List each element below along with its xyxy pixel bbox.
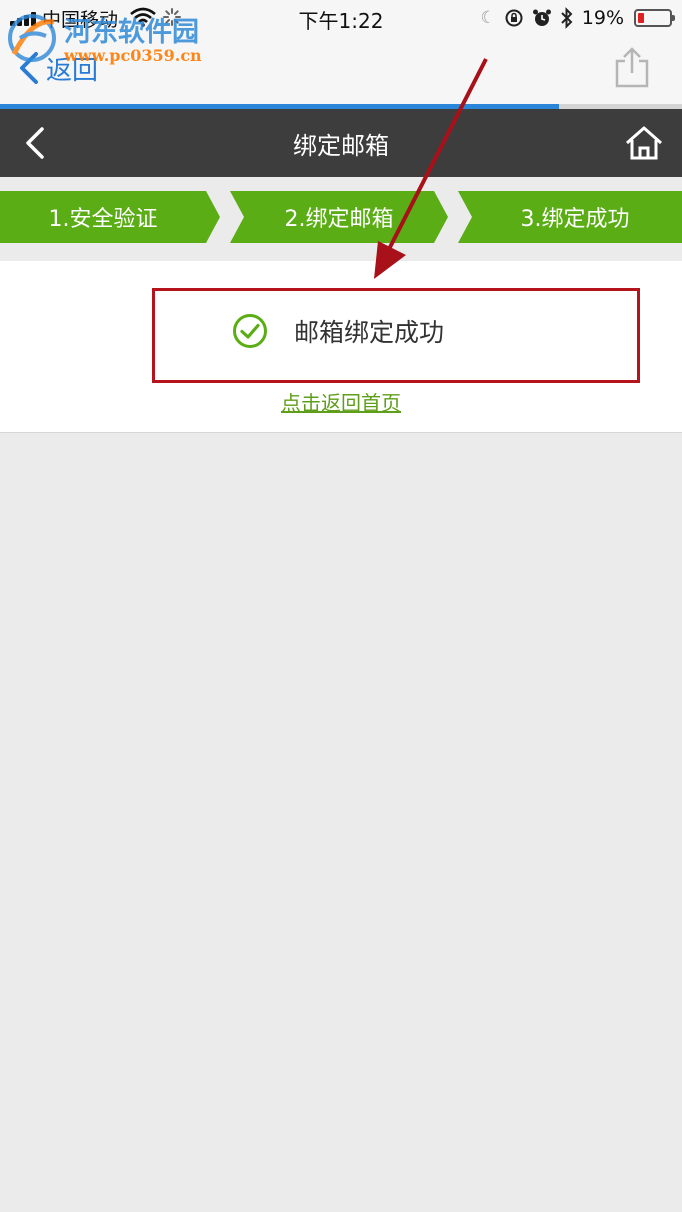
page-title: 绑定邮箱	[293, 132, 389, 160]
moon-icon: ☾	[480, 7, 496, 28]
watermark-name: 河东软件园	[64, 17, 199, 48]
battery-percent: 19%	[581, 7, 624, 29]
step-security-verify: 1.安全验证	[0, 191, 220, 243]
step-indicator: 1.安全验证 2.绑定邮箱 3.绑定成功	[0, 191, 682, 243]
annotation-arrow	[374, 58, 488, 279]
rotation-lock-icon	[505, 9, 523, 27]
share-icon[interactable]	[612, 46, 652, 90]
status-icons: ☾ 19%	[480, 6, 675, 30]
home-icon[interactable]	[622, 123, 666, 163]
return-home-link[interactable]: 点击返回首页	[0, 387, 682, 416]
annotation-highlight-box	[152, 288, 640, 383]
alarm-icon	[532, 9, 551, 26]
watermark-logo	[8, 14, 56, 62]
browser-top-bar: 中国移动 下午1:22 ☾ 19% 返回 河东软件园 www.pc0359.cn	[0, 0, 682, 104]
bluetooth-icon	[561, 7, 573, 29]
page-header: 绑定邮箱	[0, 109, 682, 177]
battery-icon	[634, 9, 675, 27]
watermark-url: www.pc0359.cn	[64, 46, 202, 65]
